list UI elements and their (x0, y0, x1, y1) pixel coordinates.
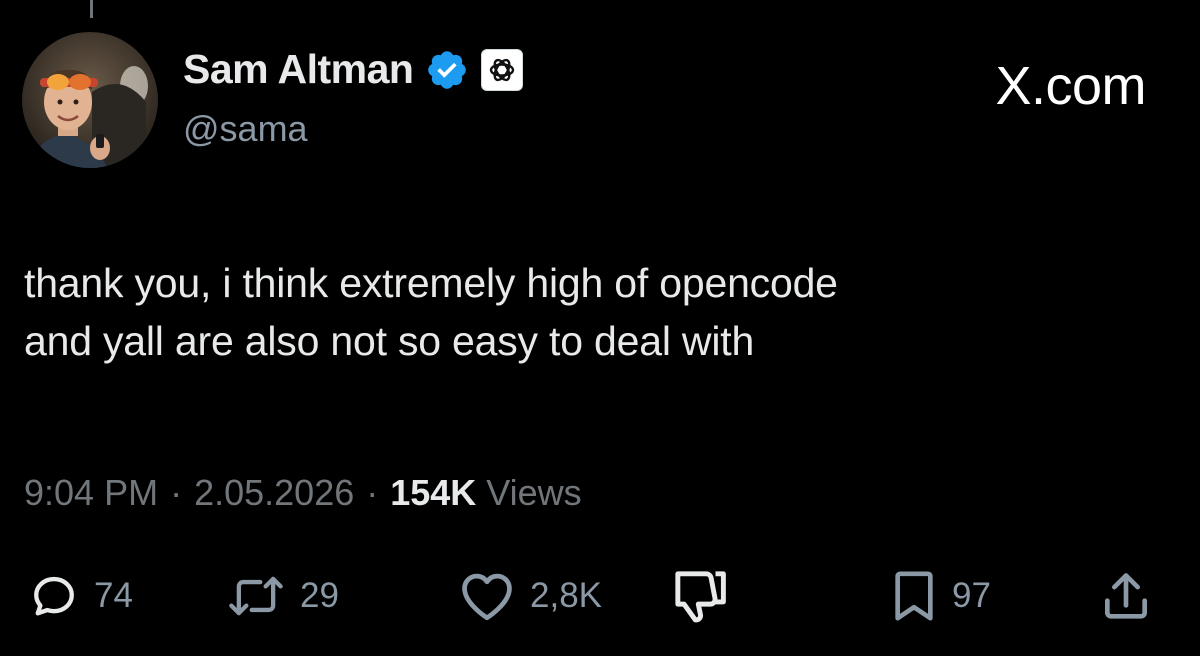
tweet-date[interactable]: 2.05.2026 (194, 472, 354, 514)
site-label: X.com (995, 56, 1146, 116)
repost-count: 29 (300, 576, 339, 615)
author-handle[interactable]: @sama (183, 108, 308, 150)
bookmark-icon (895, 571, 933, 621)
bookmark-button[interactable]: 97 (890, 568, 991, 624)
tweet-meta: 9:04 PM · 2.05.2026 · 154K Views (24, 472, 582, 514)
bookmark-count: 97 (952, 576, 991, 615)
views-label: Views (486, 472, 582, 513)
repost-icon (229, 576, 283, 616)
author-display-name[interactable]: Sam Altman (183, 46, 414, 93)
views-count[interactable]: 154K (390, 472, 476, 514)
heart-icon (462, 573, 512, 621)
tweet-text: thank you, i think extremely high of ope… (24, 254, 1164, 370)
share-button[interactable] (1098, 568, 1154, 624)
like-count: 2,8K (530, 576, 602, 615)
reply-button[interactable]: 74 (28, 568, 133, 624)
meta-separator: · (170, 472, 183, 513)
tweet-text-line: thank you, i think extremely high of ope… (24, 260, 838, 306)
thumbs-down-icon (675, 571, 726, 623)
author-name-row: Sam Altman (183, 46, 524, 93)
tweet-screenshot: Sam Altman @sama X.com thank you, i thin… (0, 0, 1200, 656)
repost-button[interactable]: 29 (226, 568, 339, 624)
dislike-button[interactable] (668, 568, 732, 624)
reply-count: 74 (94, 576, 133, 615)
action-bar: 74 29 2,8K 97 (0, 560, 1200, 630)
avatar[interactable] (22, 32, 158, 168)
meta-separator: · (366, 472, 379, 513)
verified-badge-icon[interactable] (425, 48, 469, 92)
tweet-time[interactable]: 9:04 PM (24, 472, 158, 514)
openai-logo-icon[interactable] (481, 48, 524, 91)
thread-connector-line (90, 0, 93, 18)
reply-icon (34, 576, 74, 616)
tweet-text-line: and yall are also not so easy to deal wi… (24, 318, 755, 364)
share-icon (1105, 573, 1147, 619)
like-button[interactable]: 2,8K (458, 568, 602, 624)
